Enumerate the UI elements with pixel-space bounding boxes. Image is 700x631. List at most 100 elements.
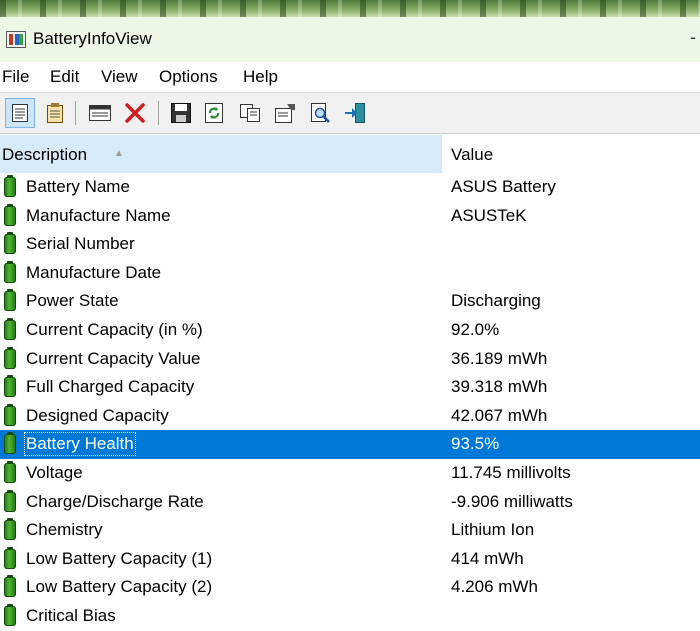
refresh-button[interactable] bbox=[199, 98, 229, 128]
row-description: Power State bbox=[26, 291, 119, 311]
list-item[interactable]: Voltage 11.745 millivolts bbox=[0, 459, 700, 488]
row-description: Serial Number bbox=[26, 234, 135, 254]
menu-help[interactable]: Help bbox=[243, 67, 278, 87]
battery-icon bbox=[4, 546, 16, 569]
copy-button[interactable] bbox=[235, 98, 265, 128]
list-item[interactable]: Charge/Discharge Rate -9.906 milliwatts bbox=[0, 488, 700, 517]
list-item[interactable]: Power State Discharging bbox=[0, 287, 700, 316]
row-value: 93.5% bbox=[451, 434, 500, 454]
list-item[interactable]: Current Capacity (in %) 92.0% bbox=[0, 316, 700, 345]
row-value: Lithium Ion bbox=[451, 520, 535, 540]
description-column-header[interactable]: Description ▲ bbox=[0, 135, 442, 173]
row-description: Charge/Discharge Rate bbox=[26, 491, 204, 511]
row-description: Current Capacity Value bbox=[26, 348, 201, 368]
row-value: 4.206 mWh bbox=[451, 577, 538, 597]
toolbar-separator bbox=[75, 101, 76, 125]
save-icon bbox=[171, 103, 191, 123]
exit-button[interactable] bbox=[340, 98, 370, 128]
row-description: Low Battery Capacity (1) bbox=[26, 548, 213, 568]
row-description: Designed Capacity bbox=[26, 405, 169, 425]
list-item[interactable]: Battery Health 93.5% bbox=[0, 430, 700, 459]
row-value: 92.0% bbox=[451, 319, 500, 339]
battery-icon bbox=[4, 403, 16, 426]
row-description: Chemistry bbox=[26, 520, 103, 540]
battery-icon bbox=[4, 317, 16, 340]
row-description: Manufacture Name bbox=[26, 205, 171, 225]
minimize-button[interactable]: - bbox=[690, 27, 696, 48]
menu-bar: File Edit View Options Help bbox=[0, 62, 700, 92]
list-item[interactable]: Full Charged Capacity 39.318 mWh bbox=[0, 373, 700, 402]
find-button[interactable] bbox=[305, 98, 335, 128]
sort-ascending-icon: ▲ bbox=[114, 148, 124, 159]
properties-view-button[interactable] bbox=[5, 98, 35, 128]
title-bar[interactable]: BatteryInfoView - bbox=[0, 17, 700, 62]
menu-view[interactable]: View bbox=[101, 67, 138, 87]
battery-icon bbox=[4, 232, 16, 255]
menu-options[interactable]: Options bbox=[159, 67, 218, 87]
battery-icon bbox=[4, 203, 16, 226]
row-description: Current Capacity (in %) bbox=[26, 319, 203, 339]
row-value: 42.067 mWh bbox=[451, 405, 548, 425]
list-item[interactable]: Manufacture Name ASUSTeK bbox=[0, 202, 700, 231]
row-value: 36.189 mWh bbox=[451, 348, 548, 368]
report-view-button[interactable] bbox=[40, 98, 70, 128]
row-description: Critical Bias bbox=[26, 605, 116, 625]
row-value: 11.745 millivolts bbox=[451, 462, 571, 482]
battery-icon bbox=[4, 175, 16, 197]
list-header: Description ▲ Value bbox=[0, 135, 700, 173]
value-header-label: Value bbox=[451, 145, 494, 164]
list-item[interactable]: Chemistry Lithium Ion bbox=[0, 516, 700, 545]
battery-icon bbox=[4, 518, 16, 541]
battery-icon bbox=[4, 432, 16, 455]
properties-button[interactable] bbox=[270, 98, 300, 128]
row-description: Manufacture Date bbox=[26, 262, 162, 282]
summary-window-icon bbox=[89, 105, 111, 121]
summary-window-button[interactable] bbox=[85, 98, 115, 128]
toolbar-separator bbox=[158, 101, 159, 125]
row-description: Voltage bbox=[26, 462, 83, 482]
row-description: Low Battery Capacity (2) bbox=[26, 577, 213, 597]
battery-icon bbox=[4, 460, 16, 483]
properties-view-icon bbox=[12, 104, 28, 122]
list-item[interactable]: Serial Number bbox=[0, 230, 700, 259]
list-item[interactable]: Battery Name ASUS Battery bbox=[0, 173, 700, 202]
exit-icon bbox=[345, 103, 365, 123]
toolbar bbox=[0, 92, 700, 134]
delete-icon bbox=[125, 103, 145, 123]
battery-icon bbox=[4, 603, 16, 626]
report-view-icon bbox=[47, 103, 63, 123]
copy-icon bbox=[240, 104, 260, 122]
battery-icon bbox=[4, 289, 16, 312]
properties-icon bbox=[275, 104, 295, 123]
row-description: Battery Name bbox=[26, 177, 130, 196]
row-description: Battery Health bbox=[24, 432, 136, 457]
list-item[interactable]: Critical Bias bbox=[0, 602, 700, 631]
save-button[interactable] bbox=[166, 98, 196, 128]
menu-file[interactable]: File bbox=[2, 67, 29, 87]
window-title: BatteryInfoView bbox=[33, 29, 152, 48]
battery-icon bbox=[4, 375, 16, 398]
battery-info-list: Battery Name ASUS Battery Manufacture Name… bbox=[0, 173, 700, 631]
battery-icon bbox=[4, 575, 16, 598]
find-icon bbox=[311, 103, 330, 123]
row-value: Discharging bbox=[451, 291, 541, 311]
menu-edit[interactable]: Edit bbox=[50, 67, 79, 87]
refresh-icon bbox=[205, 103, 223, 123]
battery-info-app-icon bbox=[6, 31, 26, 48]
list-item[interactable]: Designed Capacity 42.067 mWh bbox=[0, 402, 700, 431]
battery-icon bbox=[4, 489, 16, 512]
row-value: ASUSTeK bbox=[451, 205, 527, 225]
row-value: 414 mWh bbox=[451, 548, 524, 568]
delete-button[interactable] bbox=[120, 98, 150, 128]
row-value: ASUS Battery bbox=[451, 177, 556, 196]
battery-icon bbox=[4, 346, 16, 369]
desktop-wallpaper bbox=[0, 0, 700, 17]
list-item[interactable]: Low Battery Capacity (1) 414 mWh bbox=[0, 545, 700, 574]
row-description: Full Charged Capacity bbox=[26, 377, 195, 397]
list-item[interactable]: Manufacture Date bbox=[0, 259, 700, 288]
row-value: -9.906 milliwatts bbox=[451, 491, 573, 511]
list-item[interactable]: Low Battery Capacity (2) 4.206 mWh bbox=[0, 573, 700, 602]
list-item[interactable]: Current Capacity Value 36.189 mWh bbox=[0, 345, 700, 374]
battery-icon bbox=[4, 260, 16, 283]
row-value: 39.318 mWh bbox=[451, 377, 548, 397]
